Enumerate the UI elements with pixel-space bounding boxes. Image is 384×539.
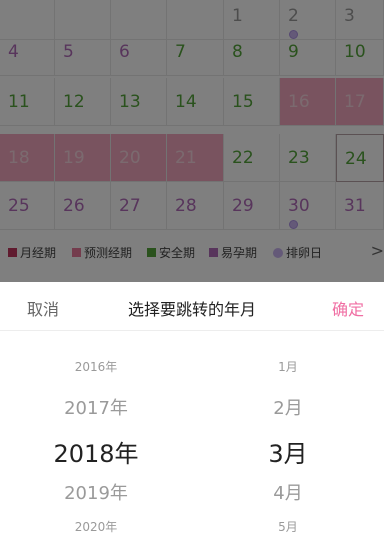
year-option[interactable]: 2020年: [0, 518, 192, 535]
month-wheel[interactable]: 1月 2月 3月 4月 5月: [192, 330, 384, 539]
year-option-selected[interactable]: 2018年: [0, 434, 192, 469]
confirm-button[interactable]: 确定: [332, 296, 364, 320]
picker-header: 取消 选择要跳转的年月 确定: [0, 282, 384, 331]
month-option[interactable]: 1月: [192, 358, 384, 375]
month-option[interactable]: 2月: [192, 394, 384, 420]
year-option[interactable]: 2019年: [0, 479, 192, 505]
date-jump-picker-sheet: 取消 选择要跳转的年月 确定 2016年 2017年 2018年 2019年 2…: [0, 282, 384, 539]
dim-overlay[interactable]: [0, 0, 384, 288]
year-option[interactable]: 2016年: [0, 358, 192, 375]
year-wheel[interactable]: 2016年 2017年 2018年 2019年 2020年: [0, 330, 192, 539]
picker-title: 选择要跳转的年月: [127, 300, 256, 319]
year-option[interactable]: 2017年: [0, 394, 192, 420]
month-option-selected[interactable]: 3月: [192, 434, 384, 469]
month-option[interactable]: 5月: [192, 518, 384, 535]
month-option[interactable]: 4月: [192, 479, 384, 505]
